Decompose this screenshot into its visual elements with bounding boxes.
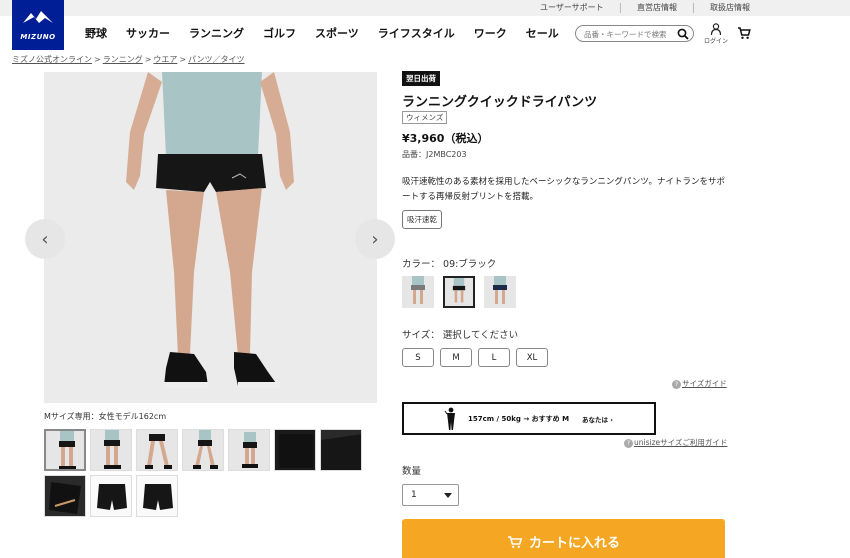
gender-tag: ウィメンズ bbox=[402, 111, 448, 124]
product-main-image[interactable] bbox=[44, 72, 377, 403]
unisize-guide-link[interactable]: ? unisizeサイズご利用ガイド bbox=[624, 437, 727, 448]
shipping-badge: 翌日出荷 bbox=[402, 71, 440, 86]
product-sku: 品番：J2MBC203 bbox=[402, 150, 467, 159]
product-description: 吸汗速乾性のある素材を採用したベーシックなランニングパンツ。ナイトランをサポート… bbox=[402, 177, 726, 202]
nav-item-work[interactable]: ワーク bbox=[474, 25, 507, 41]
login-label: ログイン bbox=[703, 38, 728, 45]
help-icon: ? bbox=[672, 380, 681, 389]
product-title: ランニングクイックドライパンツ bbox=[402, 95, 598, 110]
search-icon[interactable] bbox=[677, 28, 689, 40]
chevron-left-icon: ‹ bbox=[41, 228, 49, 250]
color-swatch-3[interactable] bbox=[484, 276, 516, 308]
nav-item-sports[interactable]: スポーツ bbox=[315, 25, 359, 41]
thumbnail-2[interactable] bbox=[90, 429, 132, 471]
utility-divider bbox=[693, 3, 694, 13]
thumbnail-4[interactable] bbox=[182, 429, 224, 471]
runbird-logo-icon bbox=[23, 11, 53, 23]
gallery-prev-button[interactable]: ‹ bbox=[25, 219, 65, 259]
color-swatch-2-selected[interactable] bbox=[443, 276, 475, 308]
size-button-s[interactable]: S bbox=[402, 348, 434, 367]
main-nav: 野球 サッカー ランニング ゴルフ スポーツ ライフスタイル ワーク セール bbox=[85, 25, 578, 41]
breadcrumb-separator: > bbox=[144, 55, 152, 64]
size-button-l[interactable]: L bbox=[478, 348, 510, 367]
body-figure-icon bbox=[444, 407, 455, 430]
size-guide-link[interactable]: ? サイズガイド bbox=[672, 378, 727, 389]
unisize-recommendation[interactable]: 157cm / 50kg → おすすめ M あなたは › bbox=[402, 402, 656, 435]
nav-item-golf[interactable]: ゴルフ bbox=[263, 25, 296, 41]
quantity-select[interactable]: 1 bbox=[402, 484, 459, 506]
quantity-value: 1 bbox=[411, 490, 417, 500]
thumbnail-7[interactable] bbox=[320, 429, 362, 471]
utility-bar: ユーザーサポート 直営店情報 取扱店情報 bbox=[0, 0, 850, 16]
breadcrumb-item[interactable]: ランニング bbox=[103, 55, 143, 64]
breadcrumb-separator: > bbox=[179, 55, 187, 64]
model-caption: Mサイズ専用：女性モデル162cm bbox=[44, 412, 167, 421]
breadcrumb: ミズノ公式オンライン > ランニング > ウエア > パンツ／タイツ bbox=[12, 54, 245, 65]
search-input[interactable] bbox=[584, 28, 672, 40]
breadcrumb-item[interactable]: ウエア bbox=[153, 55, 177, 64]
product-price: ¥3,960（税込） bbox=[402, 132, 489, 145]
unisize-guide-label: unisizeサイズご利用ガイド bbox=[634, 438, 728, 447]
utility-divider bbox=[620, 3, 621, 13]
add-to-cart-label: カートに入れる bbox=[528, 536, 620, 551]
search-box bbox=[575, 25, 694, 42]
breadcrumb-item[interactable]: ミズノ公式オンライン bbox=[12, 55, 92, 64]
unisize-you-link: あなたは › bbox=[582, 414, 613, 424]
thumbnail-5[interactable] bbox=[228, 429, 270, 471]
login-button[interactable]: ログイン bbox=[701, 23, 731, 45]
add-to-cart-button[interactable]: カートに入れる bbox=[402, 519, 725, 558]
size-guide-label: サイズガイド bbox=[682, 379, 727, 388]
size-label: サイズ： 選択してください bbox=[402, 330, 519, 341]
color-swatch-1[interactable] bbox=[402, 276, 434, 308]
cart-icon[interactable] bbox=[737, 26, 751, 40]
help-icon: ? bbox=[624, 439, 633, 448]
brand-logo[interactable]: MIZUNO bbox=[12, 0, 64, 50]
cart-icon bbox=[507, 535, 523, 548]
caret-down-icon bbox=[444, 493, 452, 498]
unisize-you-label: あなたは bbox=[582, 416, 608, 424]
thumbnail-6[interactable] bbox=[274, 429, 316, 471]
model-photo bbox=[44, 72, 377, 403]
brand-wordmark: MIZUNO bbox=[20, 33, 56, 41]
utility-link-support[interactable]: ユーザーサポート bbox=[540, 2, 604, 13]
thumbnail-1[interactable] bbox=[44, 429, 86, 471]
breadcrumb-separator: > bbox=[94, 55, 101, 64]
nav-item-lifestyle[interactable]: ライフスタイル bbox=[378, 25, 455, 41]
thumbnail-3[interactable] bbox=[136, 429, 178, 471]
thumbnail-9[interactable] bbox=[90, 475, 132, 517]
size-button-xl[interactable]: XL bbox=[516, 348, 548, 367]
nav-item-running[interactable]: ランニング bbox=[189, 25, 244, 41]
thumbnail-10[interactable] bbox=[136, 475, 178, 517]
chevron-right-icon: › bbox=[371, 228, 379, 250]
color-label: カラー： 09:ブラック bbox=[402, 259, 497, 270]
quantity-label: 数量 bbox=[402, 466, 422, 477]
gallery-next-button[interactable]: › bbox=[355, 219, 395, 259]
unisize-text: 157cm / 50kg → おすすめ M bbox=[468, 415, 570, 423]
nav-item-sale[interactable]: セール bbox=[526, 25, 559, 41]
breadcrumb-item[interactable]: パンツ／タイツ bbox=[188, 55, 244, 64]
utility-link-stores[interactable]: 直営店情報 bbox=[637, 2, 677, 13]
feature-tag[interactable]: 吸汗速乾 bbox=[402, 210, 442, 229]
size-button-m[interactable]: M bbox=[440, 348, 472, 367]
nav-item-soccer[interactable]: サッカー bbox=[126, 25, 170, 41]
user-icon bbox=[710, 23, 722, 35]
thumbnail-8[interactable] bbox=[44, 475, 86, 517]
utility-link-retailers[interactable]: 取扱店情報 bbox=[710, 2, 750, 13]
chevron-right-icon: › bbox=[610, 416, 613, 424]
nav-item-baseball[interactable]: 野球 bbox=[85, 25, 107, 41]
